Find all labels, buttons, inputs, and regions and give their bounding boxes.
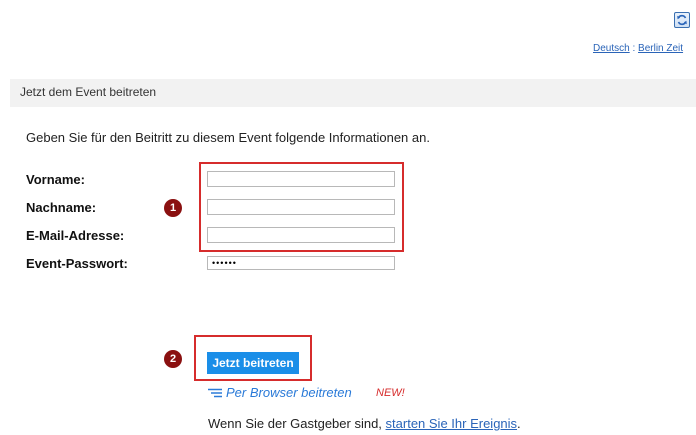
- language-link[interactable]: Deutsch: [593, 43, 630, 54]
- last-name-label: Nachname:: [26, 200, 97, 215]
- step-badge-1: 1: [164, 199, 182, 217]
- timezone-link[interactable]: Berlin Zeit: [638, 43, 683, 54]
- event-password-field[interactable]: [207, 256, 395, 270]
- first-name-label: Vorname:: [26, 172, 85, 187]
- menu-lines-icon: [208, 386, 222, 401]
- host-suffix-text: .: [517, 416, 521, 431]
- browser-join-link[interactable]: Per Browser beitreten: [208, 385, 352, 401]
- form-intro: Geben Sie für den Beitritt zu diesem Eve…: [26, 130, 430, 145]
- locale-selector: Deutsch : Berlin Zeit: [593, 43, 683, 54]
- step-badge-2: 2: [164, 350, 182, 368]
- host-prefix-text: Wenn Sie der Gastgeber sind,: [208, 416, 386, 431]
- page-title: Jetzt dem Event beitreten: [20, 85, 157, 99]
- host-start-line: Wenn Sie der Gastgeber sind, starten Sie…: [208, 416, 521, 431]
- locale-separator: :: [629, 43, 639, 54]
- refresh-icon[interactable]: [674, 12, 690, 28]
- callout-box-step1: [199, 162, 404, 252]
- browser-join-label: Per Browser beitreten: [226, 385, 352, 400]
- event-password-label: Event-Passwort:: [26, 256, 128, 271]
- email-label: E-Mail-Adresse:: [26, 228, 125, 243]
- start-event-link[interactable]: starten Sie Ihr Ereignis: [386, 416, 518, 431]
- new-badge: NEW!: [376, 387, 405, 399]
- join-now-button[interactable]: Jetzt beitreten: [207, 352, 299, 374]
